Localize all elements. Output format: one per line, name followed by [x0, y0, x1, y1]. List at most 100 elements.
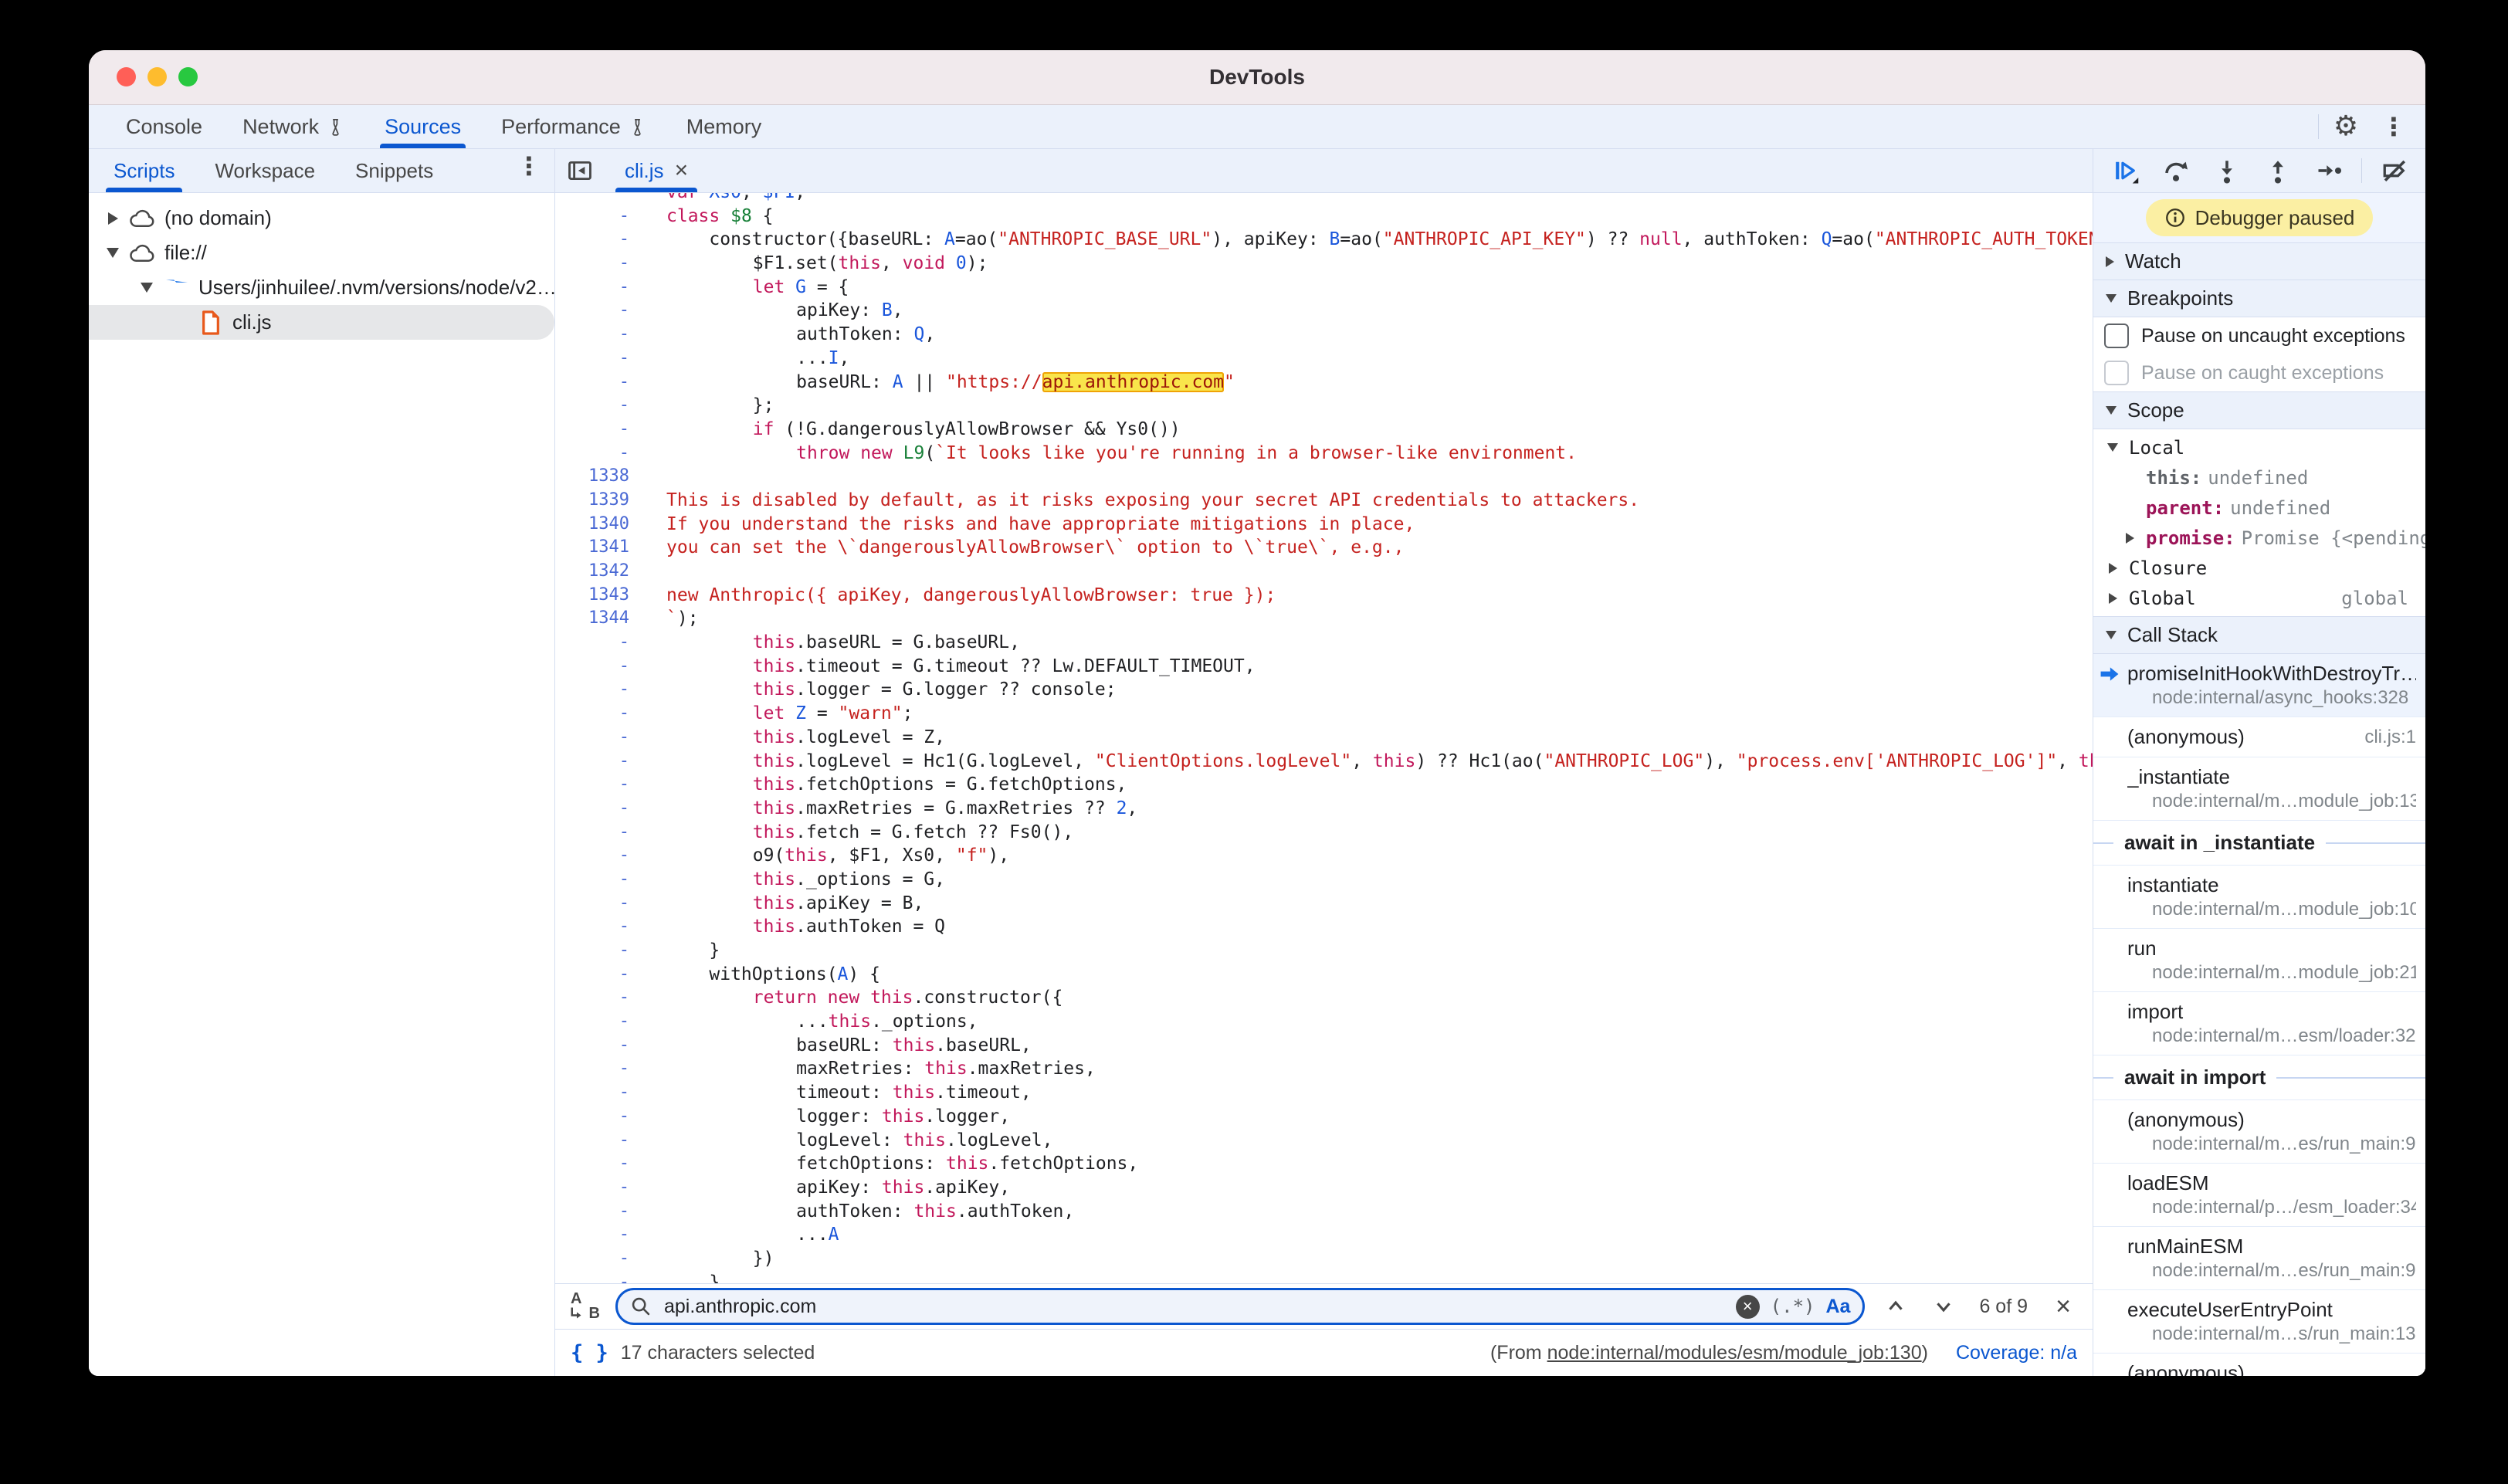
call-stack-frame[interactable]: loadESMnode:internal/p…/esm_loader:34 — [2093, 1164, 2425, 1227]
scope-section-header[interactable]: Scope — [2093, 391, 2425, 429]
line-number[interactable]: - — [555, 1152, 646, 1176]
code-line[interactable]: -this.authToken = Q — [555, 915, 2093, 939]
step-button[interactable] — [2310, 154, 2347, 188]
close-tab-icon[interactable]: × — [675, 159, 689, 182]
code-line-text[interactable]: }) — [646, 1247, 2093, 1271]
code-line[interactable]: -fetchOptions: this.fetchOptions, — [555, 1152, 2093, 1176]
close-search-button[interactable]: × — [2046, 1292, 2080, 1322]
chevron-right-icon[interactable] — [2103, 593, 2123, 604]
code-line[interactable]: 1343new Anthropic({ apiKey, dangerouslyA… — [555, 584, 2093, 608]
line-number[interactable]: - — [555, 371, 646, 395]
line-number[interactable]: 1340 — [555, 513, 646, 537]
code-line-text[interactable]: let G = { — [646, 276, 2093, 300]
code-line[interactable]: -timeout: this.timeout, — [555, 1081, 2093, 1105]
code-line-text[interactable]: withOptions(A) { — [646, 963, 2093, 987]
tree-item--no-domain-[interactable]: (no domain) — [89, 201, 554, 235]
call-stack-frame[interactable]: _instantiatenode:internal/m…module_job:1… — [2093, 757, 2425, 821]
line-number[interactable]: - — [555, 1271, 646, 1283]
scope-property-this[interactable]: this: undefined — [2093, 462, 2425, 493]
line-number[interactable]: - — [555, 986, 646, 1010]
code-line-text[interactable]: new Anthropic({ apiKey, dangerouslyAllow… — [646, 584, 2093, 608]
pretty-print-icon[interactable]: { } — [571, 1341, 608, 1365]
line-number[interactable]: - — [555, 1105, 646, 1129]
line-number[interactable]: - — [555, 228, 646, 252]
line-number[interactable]: - — [555, 702, 646, 726]
code-line[interactable]: -authToken: this.authToken, — [555, 1200, 2093, 1224]
code-line[interactable]: -this.apiKey = B, — [555, 892, 2093, 916]
code-line-text[interactable]: ...this._options, — [646, 1010, 2093, 1034]
source-file-link[interactable]: node:internal/modules/esm/module_job:130 — [1547, 1342, 1922, 1364]
code-line[interactable]: 1339This is disabled by default, as it r… — [555, 489, 2093, 513]
code-line[interactable]: -$F1.set(this, void 0); — [555, 252, 2093, 276]
line-number[interactable]: - — [555, 844, 646, 868]
search-field[interactable]: × (.*) Aa — [615, 1288, 1865, 1325]
call-stack-frame[interactable]: (anonymous)node:internal/m…main_module:2 — [2093, 1354, 2425, 1376]
call-stack-frame[interactable]: runnode:internal/m…module_job:214 — [2093, 929, 2425, 992]
code-line[interactable]: 1342 — [555, 560, 2093, 584]
line-number[interactable]: - — [555, 939, 646, 963]
line-number[interactable]: - — [555, 347, 646, 371]
code-line-text[interactable]: this.authToken = Q — [646, 915, 2093, 939]
code-line[interactable]: 1341you can set the \`dangerouslyAllowBr… — [555, 536, 2093, 560]
code-line[interactable]: -logLevel: this.logLevel, — [555, 1129, 2093, 1153]
code-line-text[interactable]: `); — [646, 607, 2093, 631]
code-line-text[interactable]: logLevel: this.logLevel, — [646, 1129, 2093, 1153]
line-number[interactable]: - — [555, 631, 646, 655]
code-line[interactable]: -constructor({baseURL: A=ao("ANTHROPIC_B… — [555, 228, 2093, 252]
code-line[interactable]: 1344`); — [555, 607, 2093, 631]
line-number[interactable]: - — [555, 655, 646, 679]
code-line-text[interactable]: fetchOptions: this.fetchOptions, — [646, 1152, 2093, 1176]
line-number[interactable]: - — [555, 750, 646, 774]
call-stack-frame[interactable]: promiseInitHookWithDestroyTr…node:intern… — [2093, 654, 2425, 717]
chevron-right-icon[interactable] — [2120, 533, 2140, 544]
code-line-text[interactable]: this.baseURL = G.baseURL, — [646, 631, 2093, 655]
line-number[interactable]: - — [555, 205, 646, 229]
breakpoint-option[interactable]: Pause on caught exceptions — [2093, 354, 2425, 391]
line-number[interactable]: 1343 — [555, 584, 646, 608]
step-out-button[interactable] — [2259, 154, 2296, 188]
call-stack-frame[interactable]: (anonymous)node:internal/m…es/run_main:9… — [2093, 1100, 2425, 1164]
replace-toggle-button[interactable]: A B — [568, 1290, 602, 1323]
line-number[interactable]: - — [555, 1081, 646, 1105]
code-line[interactable]: -maxRetries: this.maxRetries, — [555, 1057, 2093, 1081]
code-line-text[interactable]: baseURL: this.baseURL, — [646, 1034, 2093, 1058]
scope-property-promise[interactable]: promise: Promise {<pending>} — [2093, 523, 2425, 553]
line-number[interactable]: - — [555, 1200, 646, 1224]
line-number[interactable]: 1339 — [555, 489, 646, 513]
code-line[interactable]: -this.logLevel = Hc1(G.logLevel, "Client… — [555, 750, 2093, 774]
line-number[interactable] — [555, 193, 646, 205]
code-line[interactable]: -o9(this, $F1, Xs0, "f"), — [555, 844, 2093, 868]
breakpoint-option[interactable]: Pause on uncaught exceptions — [2093, 317, 2425, 354]
editor-tab-clijs[interactable]: cli.js × — [605, 149, 708, 192]
code-line-text[interactable]: this.logLevel = Hc1(G.logLevel, "ClientO… — [646, 750, 2093, 774]
breakpoints-section-header[interactable]: Breakpoints — [2093, 280, 2425, 317]
chevron-right-icon[interactable] — [100, 212, 126, 225]
code-line-text[interactable]: maxRetries: this.maxRetries, — [646, 1057, 2093, 1081]
line-number[interactable]: - — [555, 892, 646, 916]
code-line[interactable]: -...this._options, — [555, 1010, 2093, 1034]
code-line-text[interactable]: authToken: this.authToken, — [646, 1200, 2093, 1224]
code-line[interactable]: var Xs0, $F1; — [555, 193, 2093, 205]
line-number[interactable]: - — [555, 1010, 646, 1034]
coverage-link[interactable]: Coverage: n/a — [1956, 1342, 2077, 1364]
tab-sources[interactable]: Sources — [364, 105, 481, 148]
scope-group-local[interactable]: Local — [2093, 432, 2425, 462]
tab-network[interactable]: Network — [222, 105, 364, 148]
code-line-text[interactable]: authToken: Q, — [646, 323, 2093, 347]
line-number[interactable]: - — [555, 418, 646, 442]
code-line-text[interactable] — [646, 560, 2093, 584]
clear-search-button[interactable]: × — [1736, 1295, 1760, 1319]
line-number[interactable]: - — [555, 915, 646, 939]
code-line-text[interactable]: o9(this, $F1, Xs0, "f"), — [646, 844, 2093, 868]
code-line[interactable]: -this._options = G, — [555, 868, 2093, 892]
code-line[interactable]: -this.timeout = G.timeout ?? Lw.DEFAULT_… — [555, 655, 2093, 679]
code-line[interactable]: -withOptions(A) { — [555, 963, 2093, 987]
code-line[interactable]: -let G = { — [555, 276, 2093, 300]
code-line[interactable]: -class $8 { — [555, 205, 2093, 229]
line-number[interactable]: - — [555, 773, 646, 797]
step-into-button[interactable] — [2208, 154, 2245, 188]
code-line-text[interactable] — [646, 465, 2093, 489]
code-line-text[interactable]: This is disabled by default, as it risks… — [646, 489, 2093, 513]
sidebar-tab-scripts[interactable]: Scripts — [93, 149, 195, 192]
scope-group-global[interactable]: Globalglobal — [2093, 583, 2425, 613]
